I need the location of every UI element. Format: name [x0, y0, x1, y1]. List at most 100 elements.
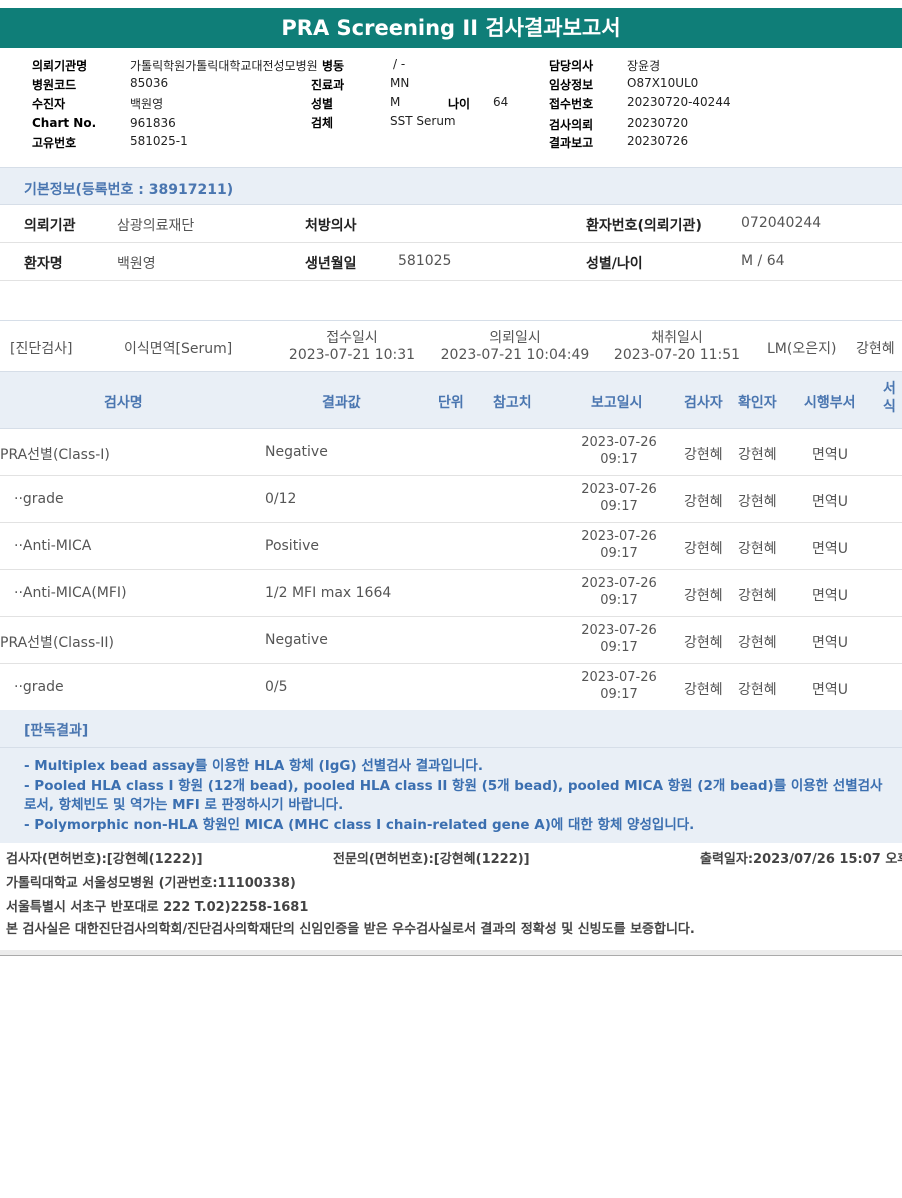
doctor-label: 담당의사 [549, 59, 594, 73]
ward-label: 병동 [322, 59, 345, 73]
unique-value: 581025-1 [130, 134, 188, 148]
ward-value: / - [393, 57, 406, 71]
row-dept: 면역U [812, 447, 849, 463]
specimen-label: 검체 [311, 116, 334, 130]
collected-label: 채취일시 [651, 330, 703, 346]
received-value: 2023-07-21 10:31 [288, 347, 416, 363]
dept-label: 진료과 [311, 78, 345, 92]
clinical-value: O87X10UL0 [627, 76, 699, 90]
requested-label: 의뢰일시 [489, 330, 541, 346]
row-result: 0/5 [265, 679, 288, 695]
hosp-code-label: 병원코드 [32, 78, 77, 92]
row-date: 2023-07-26 [581, 576, 657, 591]
footer-printed: 출력일자:2023/07/26 15:07 오후 [700, 852, 902, 867]
judgement-body: - Multiplex bead assay를 이용한 HLA 항체 (IgG)… [0, 748, 902, 843]
row-test-name: ··grade [14, 679, 64, 695]
row-tester: 강현혜 [684, 541, 723, 557]
order-tech: 강현혜 [856, 341, 895, 357]
row-dept: 면역U [812, 682, 849, 698]
name-value: 백원영 [117, 256, 156, 272]
row-result: Negative [265, 632, 328, 648]
table-row[interactable]: PRA선별(Class-II) Negative 2023-07-26 09:17… [0, 617, 902, 664]
row-tester: 강현혜 [684, 588, 723, 604]
basic-info-title: 기본정보(등록번호 : 38917211) [24, 182, 234, 198]
row-dept: 면역U [812, 494, 849, 510]
row-dept: 면역U [812, 588, 849, 604]
col-dept: 시행부서 [804, 395, 856, 411]
row-report-date: 2023-07-26 09:17 [572, 669, 666, 703]
row-report-date: 2023-07-26 09:17 [572, 622, 666, 656]
row-date: 2023-07-26 [581, 623, 657, 638]
col-confirmer: 확인자 [738, 395, 777, 411]
judgement-line-2: - Pooled HLA class I 항원 (12개 bead), pool… [24, 778, 883, 813]
requested-datetime: 의뢰일시 2023-07-21 10:04:49 [434, 327, 596, 363]
col-reference: 참고치 [493, 395, 532, 411]
request-label: 검사의뢰 [549, 118, 594, 132]
row-report-date: 2023-07-26 09:17 [572, 528, 666, 562]
judgement-line-1: - Multiplex bead assay를 이용한 HLA 항체 (IgG)… [24, 758, 483, 774]
dept-value: MN [390, 76, 410, 90]
specimen-value: SST Serum [390, 114, 456, 128]
row-dept: 면역U [812, 541, 849, 557]
patient-value: 백원영 [130, 97, 164, 111]
order-category: [진단검사] [10, 341, 73, 357]
receipt-label: 접수번호 [549, 97, 594, 111]
patient-no-label: 환자번호(의뢰기관) [586, 218, 702, 234]
footer-certification: 본 검사실은 대한진단검사의학회/진단검사의학재단의 신임인증을 받은 우수검사… [6, 922, 695, 937]
row-time: 09:17 [600, 452, 638, 467]
report-label: 결과보고 [549, 136, 594, 150]
req-org-value: 가톨릭학원가톨릭대학교대전성모병원 [130, 59, 318, 73]
row-time: 09:17 [600, 640, 638, 655]
requested-value: 2023-07-21 10:04:49 [440, 347, 590, 363]
row-result: Negative [265, 444, 328, 460]
receipt-value: 20230720-40244 [627, 95, 731, 109]
row-tester: 강현혜 [684, 494, 723, 510]
row-confirmer: 강현혜 [738, 447, 777, 463]
received-label: 접수일시 [326, 330, 378, 346]
row-result: 0/12 [265, 491, 297, 507]
row-confirmer: 강현혜 [738, 682, 777, 698]
row-test-name: PRA선별(Class-II) [0, 635, 115, 651]
basic-info-row-2: 환자명 백원영 생년월일 581025 성별/나이 M / 64 [0, 243, 902, 281]
clinical-label: 임상정보 [549, 78, 594, 92]
received-datetime: 접수일시 2023-07-21 10:31 [283, 327, 421, 363]
table-row[interactable]: ··grade 0/12 2023-07-26 09:17 강현혜 강현혜 면역U [0, 476, 902, 523]
prescriber-label: 처방의사 [305, 218, 357, 234]
row-time: 09:17 [600, 593, 638, 608]
row-result: 1/2 MFI max 1664 [265, 585, 392, 601]
col-test-name: 검사명 [104, 395, 143, 411]
row-time: 09:17 [600, 546, 638, 561]
report-title: PRA Screening II 검사결과보고서 [0, 8, 902, 48]
age-value: 64 [493, 95, 509, 109]
table-row[interactable]: ··Anti-MICA(MFI) 1/2 MFI max 1664 2023-0… [0, 570, 902, 617]
row-time: 09:17 [600, 687, 638, 702]
footer-hospital: 가톨릭대학교 서울성모병원 (기관번호:11100338) [6, 876, 296, 891]
dob-value: 581025 [398, 253, 452, 269]
row-test-name: ··grade [14, 491, 64, 507]
row-tester: 강현혜 [684, 635, 723, 651]
row-report-date: 2023-07-26 09:17 [572, 434, 666, 468]
org-value: 삼광의료재단 [117, 218, 195, 234]
judgement-title: [판독결과] [24, 723, 89, 739]
age-label: 나이 [448, 97, 471, 111]
table-row[interactable]: ··Anti-MICA Positive 2023-07-26 09:17 강현혜… [0, 523, 902, 570]
chart-value: 961836 [130, 116, 176, 130]
footer-address: 서울특별시 서초구 반포대로 222 T.02)2258-1681 [6, 900, 309, 915]
table-row[interactable]: PRA선별(Class-I) Negative 2023-07-26 09:17 … [0, 429, 902, 476]
report-header: 의뢰기관명 가톨릭학원가톨릭대학교대전성모병원 병동 / - 담당의사 장윤경 … [0, 52, 902, 152]
row-dept: 면역U [812, 635, 849, 651]
row-tester: 강현혜 [684, 682, 723, 698]
results-table-header: 검사명 결과값 단위 참고치 보고일시 검사자 확인자 시행부서 서식 [0, 371, 902, 429]
row-date: 2023-07-26 [581, 482, 657, 497]
row-confirmer: 강현혜 [738, 588, 777, 604]
row-report-date: 2023-07-26 09:17 [572, 575, 666, 609]
row-date: 2023-07-26 [581, 435, 657, 450]
table-row[interactable]: ··grade 0/5 2023-07-26 09:17 강현혜 강현혜 면역U [0, 664, 902, 711]
footer-tester: 검사자(면허번호):[강현혜(1222)] [6, 852, 203, 867]
hosp-code-value: 85036 [130, 76, 169, 90]
row-test-name: ··Anti-MICA(MFI) [14, 585, 127, 601]
patient-label: 수진자 [32, 97, 66, 111]
req-org-label: 의뢰기관명 [32, 59, 88, 73]
row-confirmer: 강현혜 [738, 494, 777, 510]
judgement-heading: [판독결과] [0, 710, 902, 748]
